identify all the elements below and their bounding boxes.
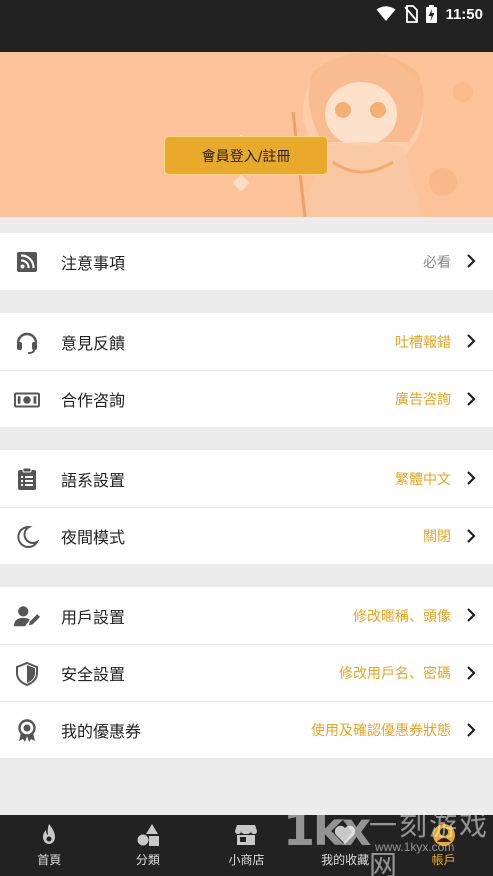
row-label: 合作咨詢: [61, 391, 126, 410]
row-label: 注意事項: [61, 253, 126, 273]
row-value: 修改暱稱、頭像: [353, 608, 451, 625]
row-coupons[interactable]: 我的優惠券 使用及確認優惠券狀態: [0, 701, 493, 758]
tab-store[interactable]: 小商店: [197, 815, 296, 876]
row-user-settings[interactable]: 用戶設置 修改暱稱、頭像: [0, 587, 493, 644]
row-label: 我的優惠券: [61, 722, 142, 741]
row-security-settings[interactable]: 安全設置 修改用戶名、密碼: [0, 644, 493, 701]
status-icons: 11:50: [376, 4, 483, 24]
row-value: 修改用戶名、密碼: [339, 666, 451, 682]
tab-categories[interactable]: 分類: [99, 815, 198, 876]
settings-group-notices: 注意事項 必看: [0, 233, 493, 290]
banner-character-illustration: [226, 52, 473, 217]
shield-icon: [14, 661, 40, 687]
wifi-icon: [376, 6, 396, 21]
login-register-button[interactable]: 會員登入/註冊: [164, 136, 328, 175]
rss-icon: [14, 249, 40, 275]
row-cooperation[interactable]: 合作咨詢 廣告咨詢: [0, 370, 493, 427]
account-banner: 會員登入/註冊: [0, 52, 493, 217]
row-notices[interactable]: 注意事項 必看: [0, 233, 493, 290]
tab-label: 首頁: [37, 853, 62, 867]
bottom-tab-bar: 首頁 分類 小商店 我的收藏 帳戶: [0, 815, 493, 876]
chevron-right-icon: [467, 392, 476, 406]
tab-label: 我的收藏: [321, 853, 370, 867]
clipboard-icon: [14, 466, 40, 492]
chevron-right-icon: [467, 608, 476, 622]
money-icon: [14, 387, 40, 413]
row-value: 吐槽報錯: [395, 334, 451, 351]
battery-charging-icon: [426, 5, 438, 23]
row-night-mode[interactable]: 夜間模式 關閉: [0, 507, 493, 564]
row-label: 語系設置: [61, 470, 126, 490]
moon-icon: [14, 524, 40, 550]
headset-icon: [14, 329, 40, 355]
chevron-right-icon: [467, 666, 476, 680]
row-value: 廣告咨詢: [395, 392, 451, 408]
award-icon: [14, 718, 40, 744]
tab-favorites[interactable]: 我的收藏: [296, 815, 395, 876]
settings-group-display: 語系設置 繁體中文 夜間模式 關閉: [0, 450, 493, 564]
settings-group-feedback: 意見反饋 吐槽報錯 合作咨詢 廣告咨詢: [0, 313, 493, 427]
row-label: 安全設置: [61, 665, 126, 684]
chevron-right-icon: [467, 529, 476, 543]
row-feedback[interactable]: 意見反饋 吐槽報錯: [0, 313, 493, 370]
status-time: 11:50: [445, 5, 483, 23]
chevron-right-icon: [467, 723, 476, 737]
account-icon: [432, 824, 455, 846]
settings-group-account: 用戶設置 修改暱稱、頭像 安全設置 修改用戶名、密碼 我的優惠券 使用及確認優惠…: [0, 587, 493, 758]
row-label: 用戶設置: [61, 607, 126, 627]
shapes-icon: [137, 824, 159, 846]
user-edit-icon: [14, 603, 40, 629]
chevron-right-icon: [467, 471, 476, 485]
row-value: 必看: [423, 254, 451, 271]
row-label: 夜間模式: [61, 528, 126, 547]
row-label: 意見反饋: [61, 333, 126, 353]
row-value: 使用及確認優惠券狀態: [311, 723, 451, 739]
store-icon: [235, 825, 258, 845]
tab-label: 帳戶: [431, 853, 456, 867]
tab-label: 分類: [135, 853, 160, 867]
row-value: 繁體中文: [395, 471, 451, 488]
heart-icon: [334, 825, 356, 844]
row-value: 關閉: [423, 529, 451, 545]
flame-icon: [43, 824, 56, 844]
tab-label: 小商店: [228, 853, 265, 867]
no-sim-icon: [404, 5, 419, 23]
status-bar: 11:50: [0, 0, 493, 52]
row-language[interactable]: 語系設置 繁體中文: [0, 450, 493, 507]
chevron-right-icon: [467, 254, 476, 268]
tab-home[interactable]: 首頁: [0, 815, 99, 876]
chevron-right-icon: [467, 334, 476, 348]
tab-account[interactable]: 帳戶: [394, 815, 493, 876]
